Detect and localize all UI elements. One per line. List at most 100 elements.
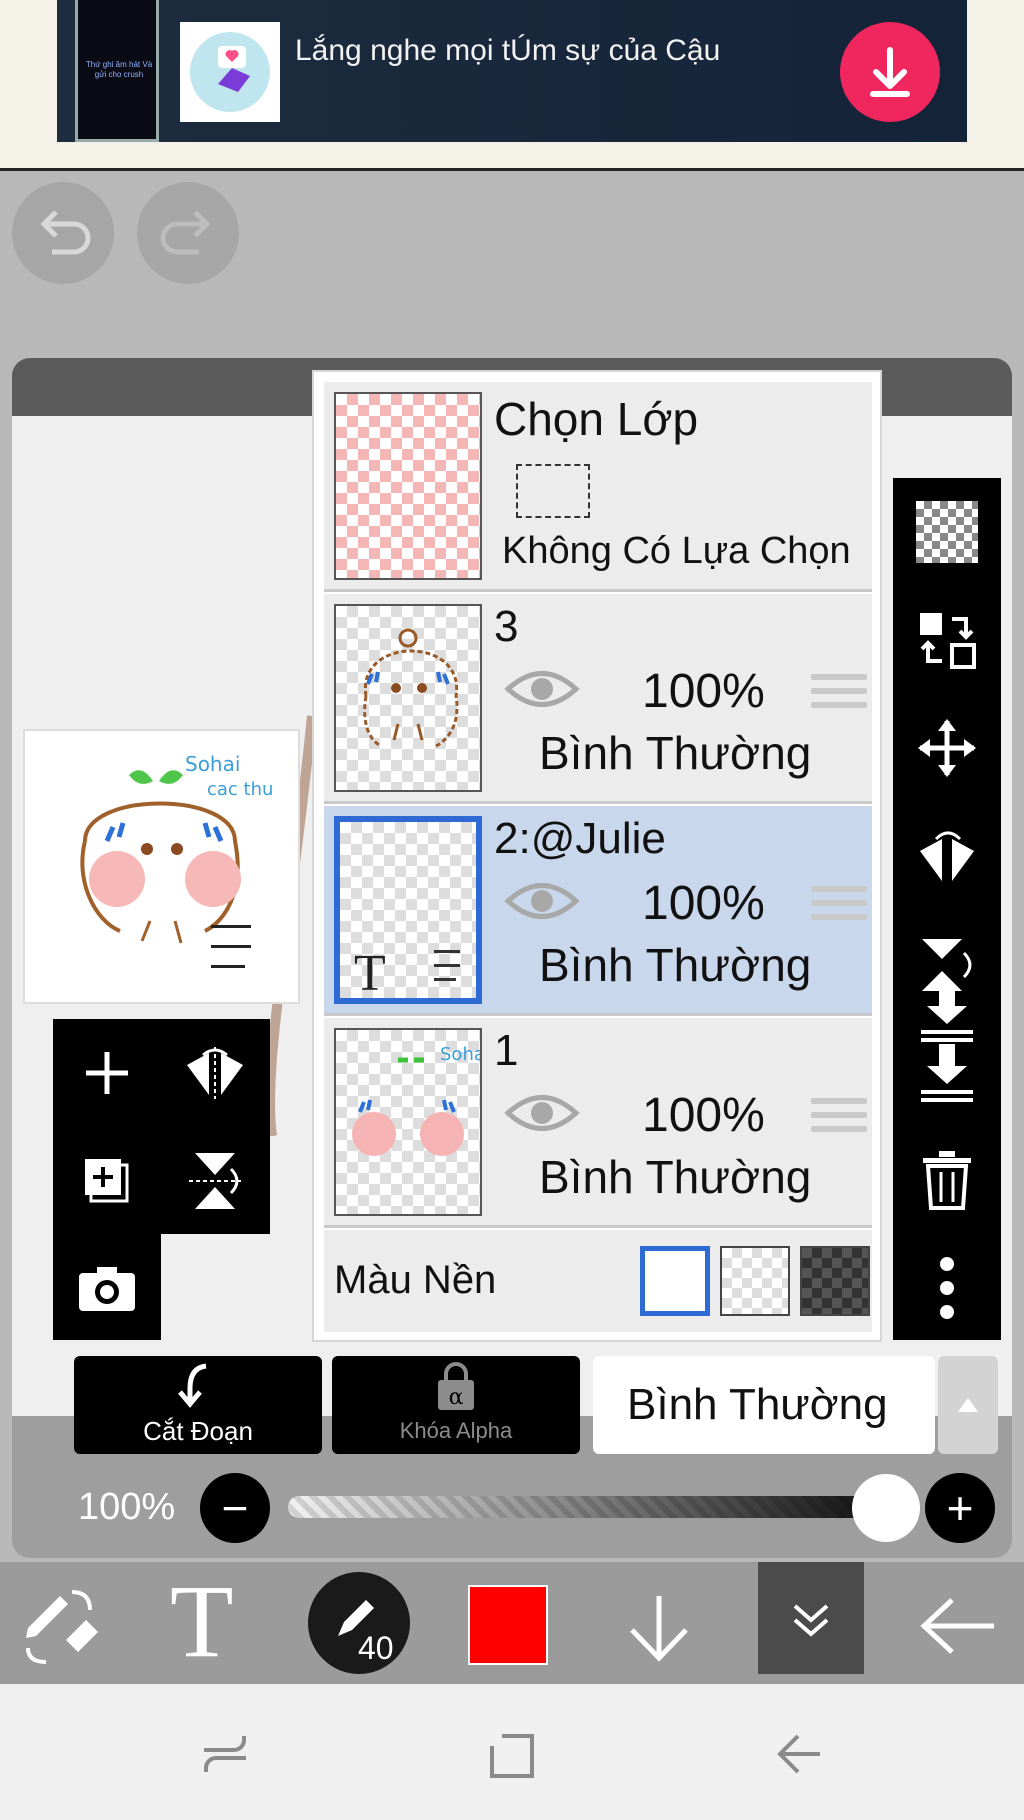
eye-icon[interactable] — [504, 666, 580, 712]
layer-row[interactable]: Soha 1 100% Bình Thường — [324, 1018, 872, 1228]
redo-button[interactable] — [137, 182, 239, 284]
brush-size-button[interactable]: 40 — [308, 1572, 410, 1674]
flip-horizontal-icon — [920, 831, 974, 881]
alpha-lock-button[interactable]: α Khóa Alpha — [332, 1356, 580, 1454]
preview-text-2: cac thu — [207, 779, 273, 800]
opacity-label: 100% — [78, 1486, 176, 1528]
camera-button[interactable] — [53, 1234, 161, 1342]
text-layer-icon: T — [354, 945, 386, 1002]
system-nav-bar — [0, 1684, 1024, 1820]
move-button[interactable] — [893, 694, 1001, 802]
brush-eraser-swap-icon[interactable] — [24, 1588, 102, 1666]
layers-list: Chọn Lớp Không Có Lựa Chọn 3 100% Bình T… — [312, 370, 882, 1342]
redo-icon — [160, 210, 211, 255]
drag-handle-icon[interactable] — [811, 886, 867, 928]
selection-marquee-icon — [516, 464, 590, 518]
swap-icon — [920, 613, 976, 669]
flip-vertical-layer-button[interactable] — [893, 910, 1001, 1018]
back-icon[interactable] — [774, 1732, 824, 1776]
add-layer-copy-button[interactable] — [53, 1127, 161, 1235]
selection-thumbnail — [334, 392, 482, 580]
blend-mode-select[interactable]: Bình Thường — [593, 1356, 935, 1454]
flip-horizontal-button[interactable] — [161, 1019, 269, 1127]
background-white-swatch[interactable] — [640, 1246, 710, 1316]
left-tool-panel — [53, 1019, 270, 1234]
opacity-decrease-button[interactable]: − — [200, 1473, 270, 1543]
layer-opacity: 100% — [642, 877, 765, 930]
home-icon[interactable] — [488, 1732, 536, 1780]
text-tool-button[interactable]: T — [170, 1570, 234, 1674]
opacity-slider[interactable] — [288, 1496, 888, 1518]
layer-row[interactable]: 3 100% Bình Thường — [324, 594, 872, 804]
plus-icon — [86, 1052, 128, 1094]
more-options-button[interactable] — [893, 1234, 1001, 1342]
layer-name: 2:@Julie — [494, 814, 666, 863]
background-color-label: Màu Nền — [334, 1258, 497, 1302]
clipping-icon — [178, 1363, 207, 1408]
selection-layer-row[interactable]: Chọn Lớp Không Có Lựa Chọn — [324, 382, 872, 592]
layer-thumbnail — [334, 604, 482, 792]
add-layer-button[interactable] — [53, 1019, 161, 1127]
lock-icon: α — [438, 1362, 474, 1410]
blend-mode-value: Bình Thường — [627, 1380, 888, 1429]
clipping-button[interactable]: Cắt Đoạn — [74, 1356, 322, 1454]
selection-title: Chọn Lớp — [494, 393, 699, 445]
ad-app-icon — [180, 22, 280, 122]
arrow-down-icon[interactable] — [626, 1592, 692, 1664]
clipping-label: Cắt Đoạn — [143, 1416, 253, 1446]
flip-vertical-icon — [189, 1153, 241, 1209]
duplicate-layer-icon — [85, 1159, 129, 1203]
undo-icon — [40, 210, 91, 255]
delete-layer-button[interactable] — [893, 1126, 1001, 1234]
chevron-up-icon — [958, 1398, 978, 1412]
color-picker-button[interactable] — [468, 1585, 548, 1665]
background-color-row: Màu Nền — [324, 1230, 872, 1332]
layer-thumbnail: Soha — [334, 1028, 485, 1216]
layer-opacity: 100% — [642, 665, 765, 718]
transparency-button[interactable] — [893, 478, 1001, 586]
trash-icon — [923, 1151, 971, 1210]
flip-vertical-button[interactable] — [161, 1127, 269, 1235]
arrow-left-icon[interactable] — [918, 1594, 998, 1658]
ad-banner[interactable]: Thứ ghi âm hát Và gửi cho crush Lắng ngh… — [57, 0, 967, 142]
brush-size-value: 40 — [358, 1630, 394, 1666]
layer-thumbnail: T — [334, 816, 482, 1004]
download-icon[interactable] — [840, 22, 940, 122]
ad-title: Lắng nghe mọi tÚm sự của Cậu — [295, 34, 721, 67]
eye-icon[interactable] — [504, 1090, 580, 1136]
merge-down-button[interactable] — [893, 1018, 1001, 1126]
layer-name: 3 — [494, 602, 519, 651]
layer-blend-mode: Bình Thường — [539, 1151, 812, 1203]
layer-blend-mode: Bình Thường — [539, 727, 812, 779]
canvas-preview: Sohai cac thu — [23, 729, 300, 1004]
left-tool-panel-bottom — [53, 1234, 161, 1340]
preview-text-1: Sohai — [185, 752, 240, 776]
background-dark-swatch[interactable] — [800, 1246, 870, 1316]
move-icon — [918, 719, 976, 777]
flip-vertical-icon — [922, 939, 972, 991]
background-transparent-swatch[interactable] — [720, 1246, 790, 1316]
ad-phone-image: Thứ ghi âm hát Và gửi cho crush — [75, 0, 159, 142]
more-vertical-icon — [940, 1257, 954, 1319]
checkerboard-icon — [916, 501, 978, 563]
alpha-lock-label: Khóa Alpha — [399, 1418, 513, 1443]
double-chevron-down-icon — [793, 1604, 829, 1637]
swap-layers-button[interactable] — [893, 586, 1001, 694]
svg-text:Soha: Soha — [440, 1044, 480, 1065]
flip-horizontal-layer-button[interactable] — [893, 802, 1001, 910]
layer-name: 1 — [494, 1026, 519, 1075]
opacity-slider-thumb[interactable] — [852, 1474, 920, 1542]
blend-mode-dropdown-button[interactable] — [938, 1356, 998, 1454]
layer-blend-mode: Bình Thường — [539, 939, 812, 991]
drag-handle-icon[interactable] — [811, 674, 867, 716]
selection-status: Không Có Lựa Chọn — [502, 530, 851, 572]
undo-button[interactable] — [12, 182, 114, 284]
eye-icon[interactable] — [504, 878, 580, 924]
recent-apps-icon[interactable] — [200, 1732, 250, 1776]
layer-row-selected[interactable]: T 2:@Julie 100% Bình Thường — [324, 806, 872, 1016]
merge-down-icon — [921, 1044, 973, 1102]
layer-opacity: 100% — [642, 1089, 765, 1142]
drag-handle-icon[interactable] — [811, 1098, 867, 1140]
collapse-panel-button[interactable] — [758, 1562, 864, 1674]
opacity-increase-button[interactable]: + — [925, 1473, 995, 1543]
